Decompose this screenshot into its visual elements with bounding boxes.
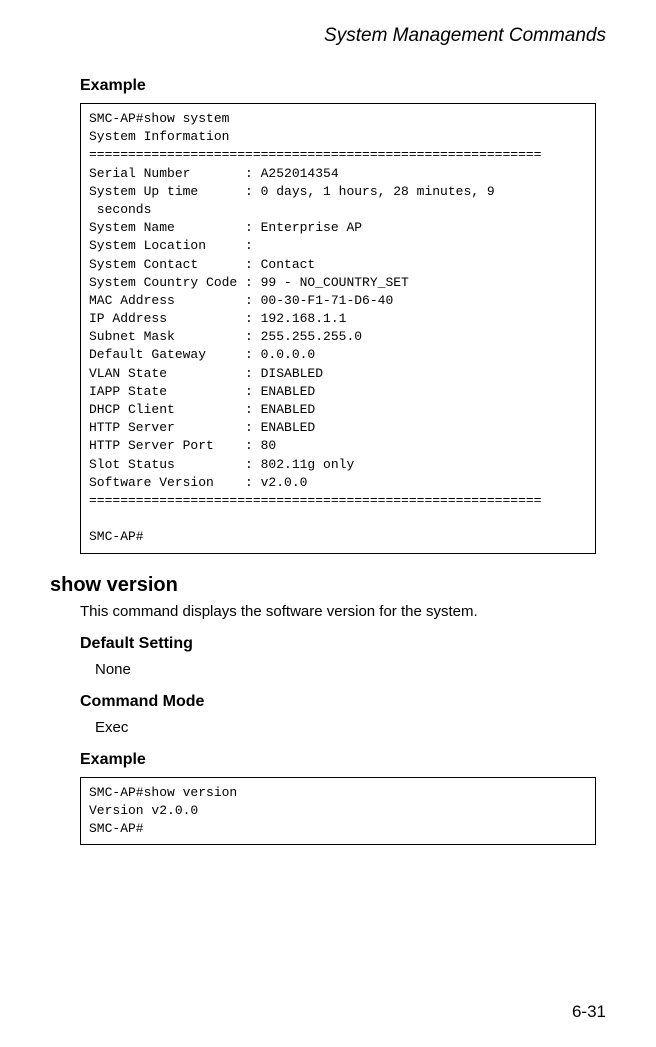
- page-number: 6-31: [572, 1002, 606, 1022]
- example-heading-1: Example: [80, 77, 606, 95]
- command-mode-value: Exec: [95, 719, 606, 736]
- command-heading-show-version: show version: [50, 574, 606, 597]
- command-mode-label: Command Mode: [80, 693, 606, 711]
- chapter-title: System Management Commands: [50, 25, 606, 47]
- example-heading-2: Example: [80, 751, 606, 769]
- command-description: This command displays the software versi…: [80, 603, 606, 620]
- show-version-output: SMC-AP#show version Version v2.0.0 SMC-A…: [80, 777, 596, 846]
- show-system-output: SMC-AP#show system System Information ==…: [80, 103, 596, 554]
- default-setting-value: None: [95, 661, 606, 678]
- page-container: System Management Commands Example SMC-A…: [0, 0, 656, 865]
- default-setting-label: Default Setting: [80, 635, 606, 653]
